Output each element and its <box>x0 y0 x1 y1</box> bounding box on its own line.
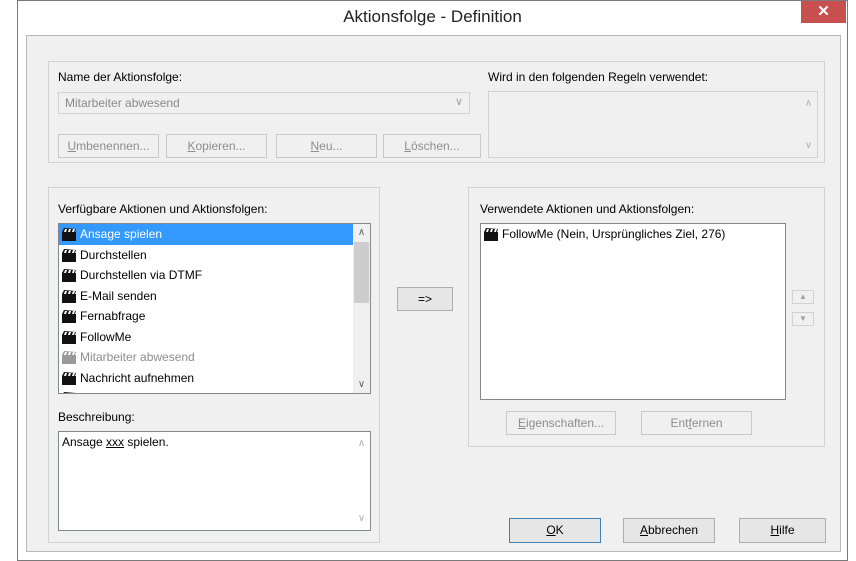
list-item[interactable]: Fernabfrage <box>59 306 353 327</box>
scroll-down-icon[interactable]: ∨ <box>353 510 370 527</box>
close-icon: ✕ <box>817 3 830 20</box>
list-item[interactable]: Durchstellen via DTMF <box>59 265 353 286</box>
description-label: Beschreibung: <box>58 410 135 424</box>
list-item[interactable]: E-Mail senden <box>59 286 353 307</box>
ok-label-accel: O <box>546 523 556 537</box>
properties-button[interactable]: Eigenschaften... <box>506 411 616 435</box>
copy-button[interactable]: Kopieren... <box>166 134 267 158</box>
triangle-down-icon: ▼ <box>799 314 807 323</box>
used-actions-list[interactable]: FollowMe (Nein, Ursprüngliches Ziel, 276… <box>480 223 786 400</box>
used-in-rules-list[interactable]: ∧ ∨ <box>488 91 818 158</box>
dialog-window: Aktionsfolge - Definition ✕ Name der Akt… <box>17 0 848 561</box>
scroll-up-icon[interactable]: ∧ <box>353 435 370 452</box>
description-text: Ansage xxx spielen. <box>62 435 169 449</box>
help-label-post: ilfe <box>779 523 795 537</box>
available-items-container: Ansage spielen Durchstellen Durchstellen v… <box>59 224 353 393</box>
remove-button[interactable]: Entfernen <box>641 411 752 435</box>
title-bar: Aktionsfolge - Definition ✕ <box>18 1 847 35</box>
ok-label-post: K <box>555 523 564 537</box>
rename-label-accel: U <box>67 139 77 153</box>
list-item[interactable]: Durchstellen <box>59 245 353 266</box>
list-item[interactable]: Ansage spielen <box>59 224 353 245</box>
new-button[interactable]: Neu... <box>276 134 377 158</box>
clapperboard-icon <box>62 248 76 262</box>
new-label-post: eu... <box>319 139 343 153</box>
clapperboard-icon <box>62 268 76 282</box>
add-action-label: => <box>417 292 432 306</box>
cancel-label-post: bbrechen <box>647 523 699 537</box>
close-button[interactable]: ✕ <box>801 1 846 23</box>
cancel-button[interactable]: Abbrechen <box>623 518 715 543</box>
add-action-button[interactable]: => <box>397 287 453 311</box>
clapperboard-icon <box>62 330 76 344</box>
list-item-label: E-Mail senden <box>80 288 157 303</box>
description-pre: Ansage <box>62 435 107 449</box>
list-item[interactable]: FollowMe <box>59 327 353 348</box>
list-item[interactable]: Mitarbeiter abwesend <box>59 347 353 368</box>
scroll-up-icon[interactable]: ∧ <box>800 95 817 112</box>
used-in-rules-label: Wird in den folgenden Regeln verwendet: <box>488 70 709 84</box>
copy-label-post: opieren... <box>195 139 246 153</box>
sequence-name-value: Mitarbeiter abwesend <box>65 96 180 110</box>
list-item[interactable]: Nachricht aufnehmen <box>59 368 353 389</box>
list-item-label: Nachricht aufnehmen <box>80 370 195 385</box>
ok-button[interactable]: OK <box>509 518 601 543</box>
move-down-button[interactable]: ▼ <box>792 312 814 326</box>
description-scrollbar[interactable]: ∧ ∨ <box>353 432 370 530</box>
used-in-rules-scrollbar[interactable]: ∧ ∨ <box>800 92 817 157</box>
cancel-label-accel: A <box>639 523 648 537</box>
delete-label-accel: L <box>404 139 411 153</box>
clapperboard-icon <box>62 350 76 364</box>
available-actions-scrollbar[interactable]: ∧ ∨ <box>353 224 370 393</box>
clapperboard-icon <box>62 371 76 385</box>
scroll-down-icon[interactable]: ∨ <box>353 376 370 393</box>
list-item[interactable]: Rufdurchsage <box>59 388 353 393</box>
remove-label-pre: Ent <box>670 416 689 430</box>
clapperboard-icon <box>62 309 76 323</box>
clapperboard-icon <box>484 227 498 241</box>
rename-button[interactable]: Umbenennen... <box>58 134 159 158</box>
window-title: Aktionsfolge - Definition <box>343 7 522 26</box>
available-actions-list[interactable]: Ansage spielen Durchstellen Durchstellen v… <box>58 223 371 394</box>
list-item-label: Rufdurchsage <box>80 391 155 393</box>
new-label-accel: N <box>310 139 320 153</box>
triangle-up-icon: ▲ <box>799 292 807 301</box>
delete-label-post: öschen... <box>410 139 460 153</box>
properties-label-accel: E <box>517 416 526 430</box>
rename-label-post: mbenennen... <box>76 139 150 153</box>
list-item-label: Mitarbeiter abwesend <box>80 350 195 364</box>
list-item-label: Durchstellen <box>80 247 147 262</box>
delete-button[interactable]: Löschen... <box>383 134 481 158</box>
scrollbar-thumb[interactable] <box>354 242 369 303</box>
list-item-label: Durchstellen via DTMF <box>80 268 203 282</box>
list-item[interactable]: FollowMe (Nein, Ursprüngliches Ziel, 276… <box>481 224 785 245</box>
scroll-up-icon[interactable]: ∧ <box>353 224 370 241</box>
sequence-name-label: Name der Aktionsfolge: <box>58 70 183 84</box>
properties-label-post: igenschaften... <box>525 416 605 430</box>
list-item-label: Ansage spielen <box>80 227 163 241</box>
dialog-client: Name der Aktionsfolge: Mitarbeiter abwes… <box>26 35 841 552</box>
clapperboard-icon <box>62 227 76 241</box>
sequence-name-combo[interactable]: Mitarbeiter abwesend ∨ <box>58 92 470 114</box>
move-up-button[interactable]: ▲ <box>792 290 814 304</box>
remove-label-post: ernen <box>691 416 723 430</box>
help-button[interactable]: Hilfe <box>739 518 826 543</box>
description-box: Ansage xxx spielen. ∧ ∨ <box>58 431 371 531</box>
used-actions-label: Verwendete Aktionen und Aktionsfolgen: <box>480 202 695 216</box>
used-items-container: FollowMe (Nein, Ursprüngliches Ziel, 276… <box>481 224 785 245</box>
list-item-label: FollowMe <box>80 329 132 344</box>
list-item-label: FollowMe (Nein, Ursprüngliches Ziel, 276… <box>502 227 726 241</box>
list-item-label: Fernabfrage <box>80 309 146 323</box>
description-placeholder: xxx <box>106 435 125 449</box>
chevron-down-icon: ∨ <box>454 96 463 108</box>
description-post: spielen. <box>124 435 169 449</box>
scroll-down-icon[interactable]: ∨ <box>800 137 817 154</box>
help-label-accel: H <box>770 523 780 537</box>
clapperboard-icon <box>62 289 76 303</box>
clapperboard-icon <box>62 391 76 393</box>
available-actions-label: Verfügbare Aktionen und Aktionsfolgen: <box>58 202 268 216</box>
